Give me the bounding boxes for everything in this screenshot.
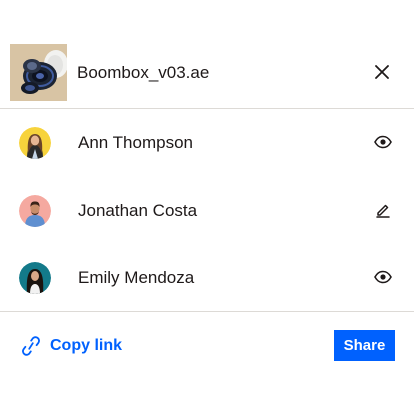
- person-name: Jonathan Costa: [78, 201, 198, 220]
- avatar: [19, 127, 51, 159]
- list-item: Jonathan Costa: [0, 181, 414, 241]
- avatar: [19, 262, 51, 294]
- share-dialog-header: Boombox_v03.ae: [0, 0, 414, 109]
- link-icon[interactable]: [22, 336, 40, 356]
- copy-link-label[interactable]: Copy link: [50, 337, 122, 355]
- speaker-thumbnail-icon: [10, 44, 67, 101]
- person-name: Ann Thompson: [78, 133, 193, 152]
- permission-button[interactable]: [372, 199, 394, 221]
- close-button[interactable]: [370, 60, 394, 84]
- eye-icon[interactable]: [374, 270, 392, 284]
- share-button[interactable]: Share: [334, 330, 395, 361]
- eye-icon[interactable]: [374, 135, 392, 149]
- file-name: Boombox_v03.ae: [77, 63, 210, 82]
- pencil-icon[interactable]: [375, 202, 391, 218]
- permission-button[interactable]: [372, 131, 394, 153]
- permission-button[interactable]: [372, 266, 394, 288]
- list-item: Emily Mendoza: [0, 248, 414, 308]
- close-icon[interactable]: [375, 65, 389, 79]
- list-item: Ann Thompson: [0, 113, 414, 173]
- file-thumbnail: [10, 44, 67, 101]
- copy-link-button[interactable]: Copy link: [22, 333, 122, 359]
- person-name: Emily Mendoza: [78, 268, 195, 287]
- avatar: [19, 195, 51, 227]
- divider: [0, 311, 414, 312]
